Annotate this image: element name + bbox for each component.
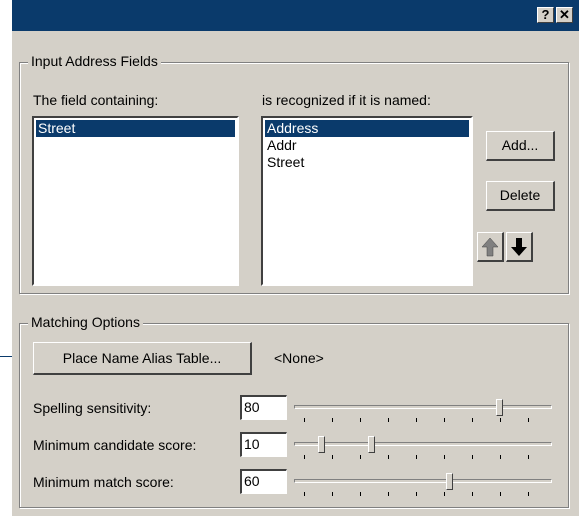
alias-listbox[interactable]: Address Addr Street	[261, 116, 473, 286]
minimum-candidate-score-field[interactable]: 10	[240, 432, 287, 457]
slider-tick	[360, 455, 361, 459]
slider-tick	[416, 418, 417, 422]
slider-tick	[304, 455, 305, 459]
list-item[interactable]: Address	[265, 120, 469, 137]
spelling-sensitivity-label: Spelling sensitivity:	[33, 400, 152, 416]
recognized-name-label: is recognized if it is named:	[262, 92, 431, 108]
place-name-alias-table-button[interactable]: Place Name Alias Table...	[33, 342, 252, 375]
spelling-sensitivity-field[interactable]: 80	[240, 395, 287, 420]
slider-tick	[444, 418, 445, 422]
slider-tick	[416, 492, 417, 496]
slider-thumb[interactable]	[368, 436, 375, 453]
slider-tick	[304, 492, 305, 496]
slider-tick	[500, 492, 501, 496]
slider-tick	[472, 492, 473, 496]
input-address-fields-legend: Input Address Fields	[28, 53, 161, 69]
spelling-sensitivity-slider[interactable]	[294, 399, 552, 424]
slider-tick	[388, 455, 389, 459]
slider-tick	[332, 418, 333, 422]
list-item[interactable]: Street	[36, 120, 235, 137]
dialog-window: ? ✕ Input Address Fields The field conta…	[12, 0, 579, 516]
minimum-candidate-score-slider[interactable]	[294, 436, 552, 461]
list-item[interactable]: Addr	[265, 137, 469, 154]
slider-tick	[528, 492, 529, 496]
slider-tick	[528, 455, 529, 459]
add-button[interactable]: Add...	[486, 131, 555, 161]
arrow-up-icon	[481, 237, 499, 257]
slider-tick	[444, 455, 445, 459]
move-down-button[interactable]	[506, 232, 533, 262]
slider-track	[294, 479, 552, 483]
slider-track	[294, 442, 552, 446]
slider-tick	[304, 418, 305, 422]
minimum-match-score-field[interactable]: 60	[240, 469, 287, 494]
slider-tick	[472, 418, 473, 422]
slider-tick	[500, 455, 501, 459]
slider-track	[294, 405, 552, 409]
field-listbox[interactable]: Street	[32, 116, 239, 286]
arrow-down-icon	[511, 238, 527, 256]
minimum-match-score-slider[interactable]	[294, 473, 552, 498]
field-containing-label: The field containing:	[33, 92, 159, 108]
slider-tick	[332, 455, 333, 459]
slider-tick	[472, 455, 473, 459]
slider-tick	[500, 418, 501, 422]
slider-thumb[interactable]	[318, 436, 325, 453]
alias-table-value: <None>	[274, 350, 324, 366]
slider-tick	[388, 492, 389, 496]
slider-tick	[416, 455, 417, 459]
delete-button[interactable]: Delete	[486, 181, 555, 211]
slider-tick	[360, 418, 361, 422]
minimum-match-score-label: Minimum match score:	[33, 474, 174, 490]
slider-tick	[360, 492, 361, 496]
list-item[interactable]: Street	[265, 154, 469, 171]
slider-thumb[interactable]	[446, 473, 453, 490]
slider-tick	[528, 418, 529, 422]
minimum-candidate-score-label: Minimum candidate score:	[33, 437, 197, 453]
slider-tick	[332, 492, 333, 496]
title-bar: ? ✕	[12, 0, 579, 31]
slider-thumb[interactable]	[496, 399, 503, 416]
slider-tick	[444, 492, 445, 496]
close-button[interactable]: ✕	[556, 7, 573, 23]
matching-options-legend: Matching Options	[28, 314, 143, 330]
help-button[interactable]: ?	[537, 7, 554, 23]
slider-tick	[388, 418, 389, 422]
move-up-button[interactable]	[477, 232, 504, 262]
